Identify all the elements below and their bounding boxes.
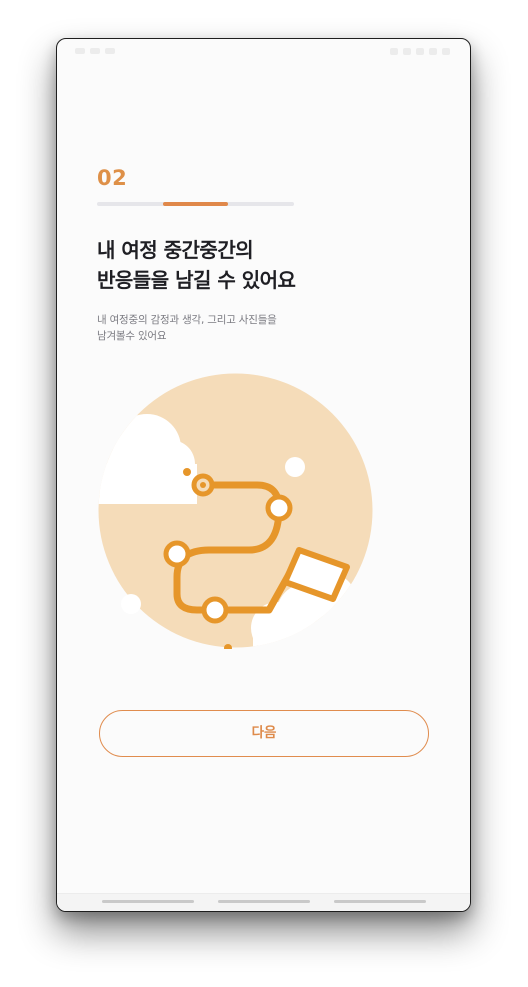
step-progress-indicator	[162, 202, 229, 206]
page-title: 내 여정 중간중간의 반응들을 남길 수 있어요	[97, 235, 296, 295]
decor-dot	[121, 594, 141, 614]
nav-recent-apps-button[interactable]	[102, 900, 194, 903]
signal-icon	[390, 48, 398, 55]
route-waypoint-node	[201, 596, 229, 624]
nav-back-button[interactable]	[334, 900, 426, 903]
title-line-2: 반응들을 남길 수 있어요	[97, 268, 296, 292]
description-line-1: 내 여정중의 감정과 생각, 그리고 사진들을	[97, 314, 277, 326]
route-waypoint-node	[265, 494, 293, 522]
vibrate-icon	[416, 48, 424, 55]
title-line-1: 내 여정 중간중간의	[97, 238, 254, 262]
wifi-icon	[403, 48, 411, 55]
status-bar	[57, 39, 470, 65]
network-icon	[429, 48, 437, 55]
step-progress-bar	[97, 202, 294, 206]
journey-route-flag-icon	[98, 373, 373, 649]
route-waypoint-node	[163, 540, 191, 568]
step-number: 02	[97, 166, 128, 190]
decor-dot	[285, 457, 305, 477]
status-time	[75, 48, 123, 55]
decor-dot	[183, 468, 191, 476]
system-navigation-bar	[57, 893, 470, 911]
status-icons	[390, 48, 450, 55]
description-line-2: 남겨볼수 있어요	[97, 330, 167, 342]
device-screen: 02 내 여정 중간중간의 반응들을 남길 수 있어요 내 여정중의 감정과 생…	[56, 38, 471, 912]
page-description: 내 여정중의 감정과 생각, 그리고 사진들을 남겨볼수 있어요	[97, 312, 277, 344]
next-button[interactable]: 다음	[99, 710, 429, 757]
route-start-dot	[200, 482, 206, 488]
battery-icon	[442, 48, 450, 55]
nav-home-button[interactable]	[218, 900, 310, 903]
